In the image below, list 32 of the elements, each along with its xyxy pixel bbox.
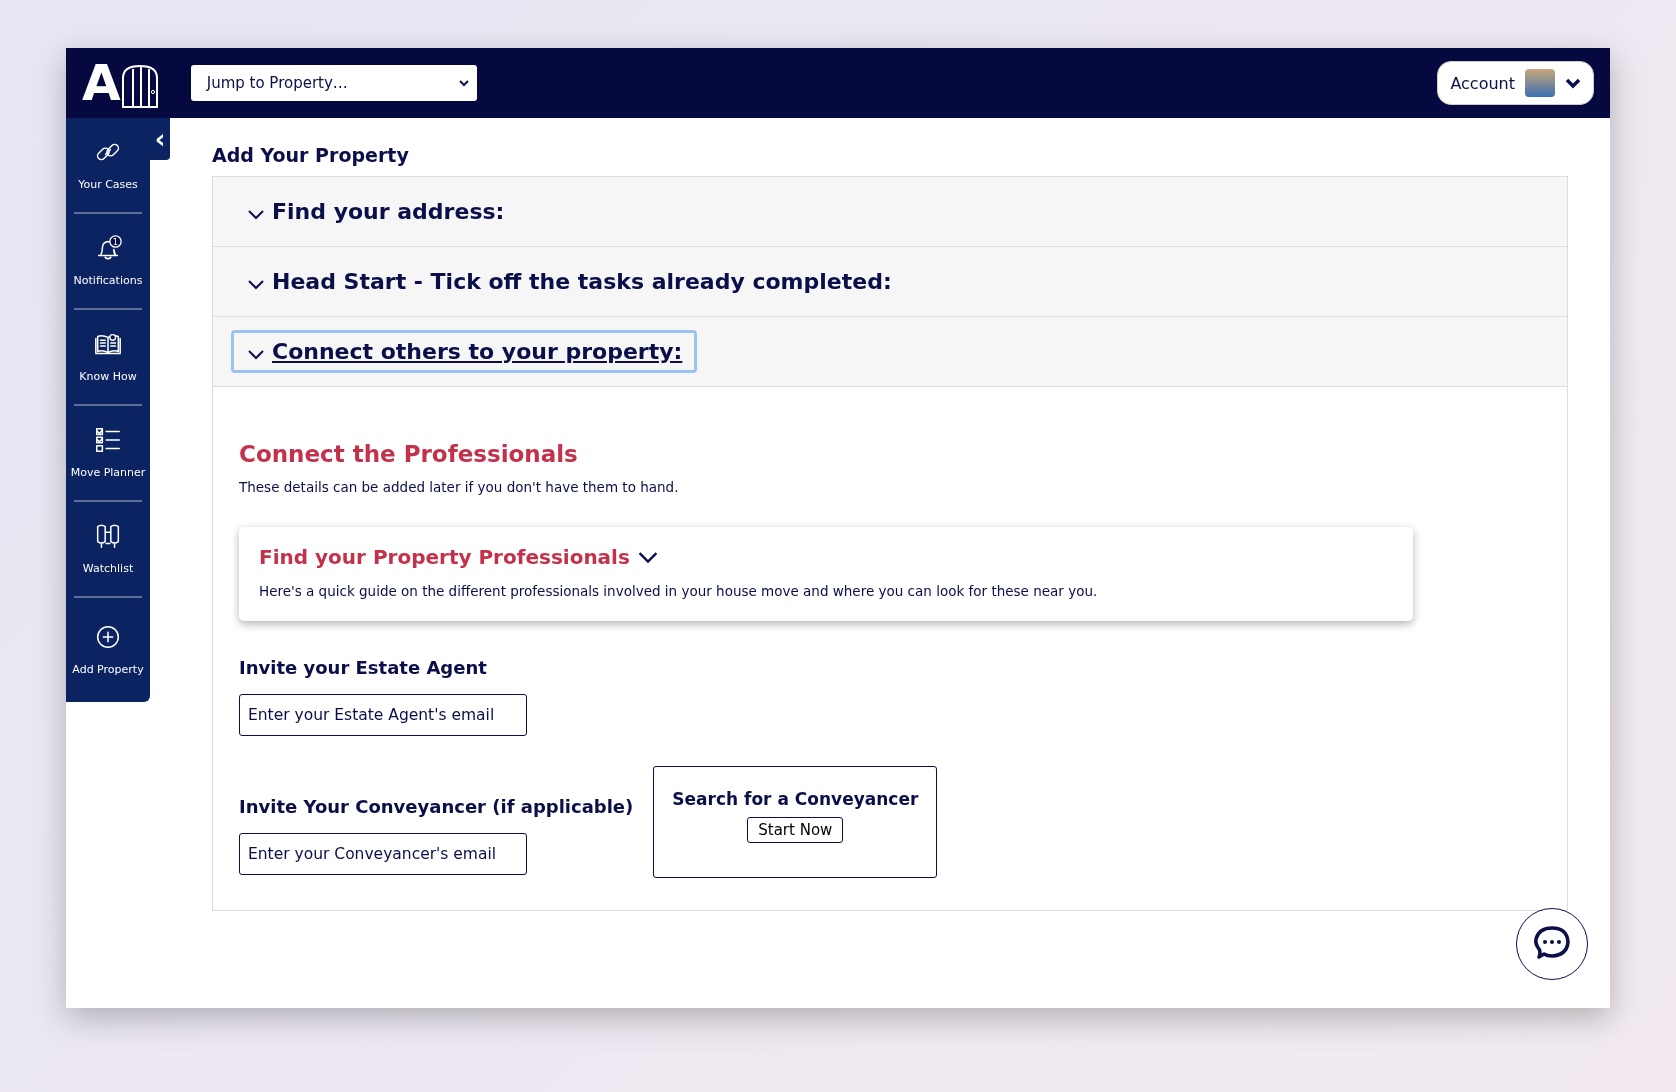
accordion-toggle[interactable]: Head Start - Tick off the tasks already completed: <box>231 260 907 303</box>
panel-title: Search for a Conveyancer <box>672 789 919 809</box>
sidebar-item[interactable]: Watchlist <box>66 502 150 596</box>
chevron-down-icon <box>248 349 264 360</box>
section-heading: Connect the Professionals <box>239 441 579 467</box>
guide-text: Here's a quick guide on the different professionals involved in your house move and where you can look for these near you. <box>259 583 1099 599</box>
sidebar-item[interactable]: Your Cases <box>66 118 150 212</box>
sidebar-item[interactable]: Move Planner <box>66 406 150 500</box>
accordion-toggle[interactable]: Connect others to your property: <box>231 330 698 373</box>
sidebar-item[interactable]: Know How <box>66 310 150 404</box>
chevron-down-icon <box>1565 77 1581 89</box>
section-note: These details can be added later if you don't have them to hand. <box>239 479 680 495</box>
account-button[interactable]: Account <box>1437 61 1594 105</box>
sidebar-item[interactable]: 1 Notifications <box>66 214 150 308</box>
start-now-button[interactable]: Start Now <box>747 817 844 843</box>
avatar-photo-placeholder <box>1525 69 1555 97</box>
field-label: Invite Your Conveyancer (if applicable) <box>239 796 634 817</box>
chevron-down-icon <box>248 209 264 220</box>
page-title: Add Your Property <box>212 144 410 166</box>
sidebar-item[interactable]: Add Property <box>66 598 150 702</box>
chevron-down-icon <box>248 279 264 290</box>
logo-letter: A <box>82 58 119 108</box>
jump-to-property-select[interactable]: Jump to Property… <box>190 65 477 101</box>
collapse-button[interactable]: ‹ <box>150 118 170 160</box>
conveyancer-email-field[interactable]: Enter your Conveyancer's email <box>239 833 527 875</box>
caret-icon <box>458 79 469 87</box>
door-icon <box>120 64 159 108</box>
guide-toggle[interactable]: Find your Property Professionals <box>259 545 658 569</box>
field-label: Invite your Estate Agent <box>239 657 488 678</box>
estate-agent-email-field[interactable]: Enter your Estate Agent's email <box>239 694 527 736</box>
accordion-toggle[interactable]: Find your address: <box>231 190 520 233</box>
chevron-down-icon <box>637 552 658 564</box>
